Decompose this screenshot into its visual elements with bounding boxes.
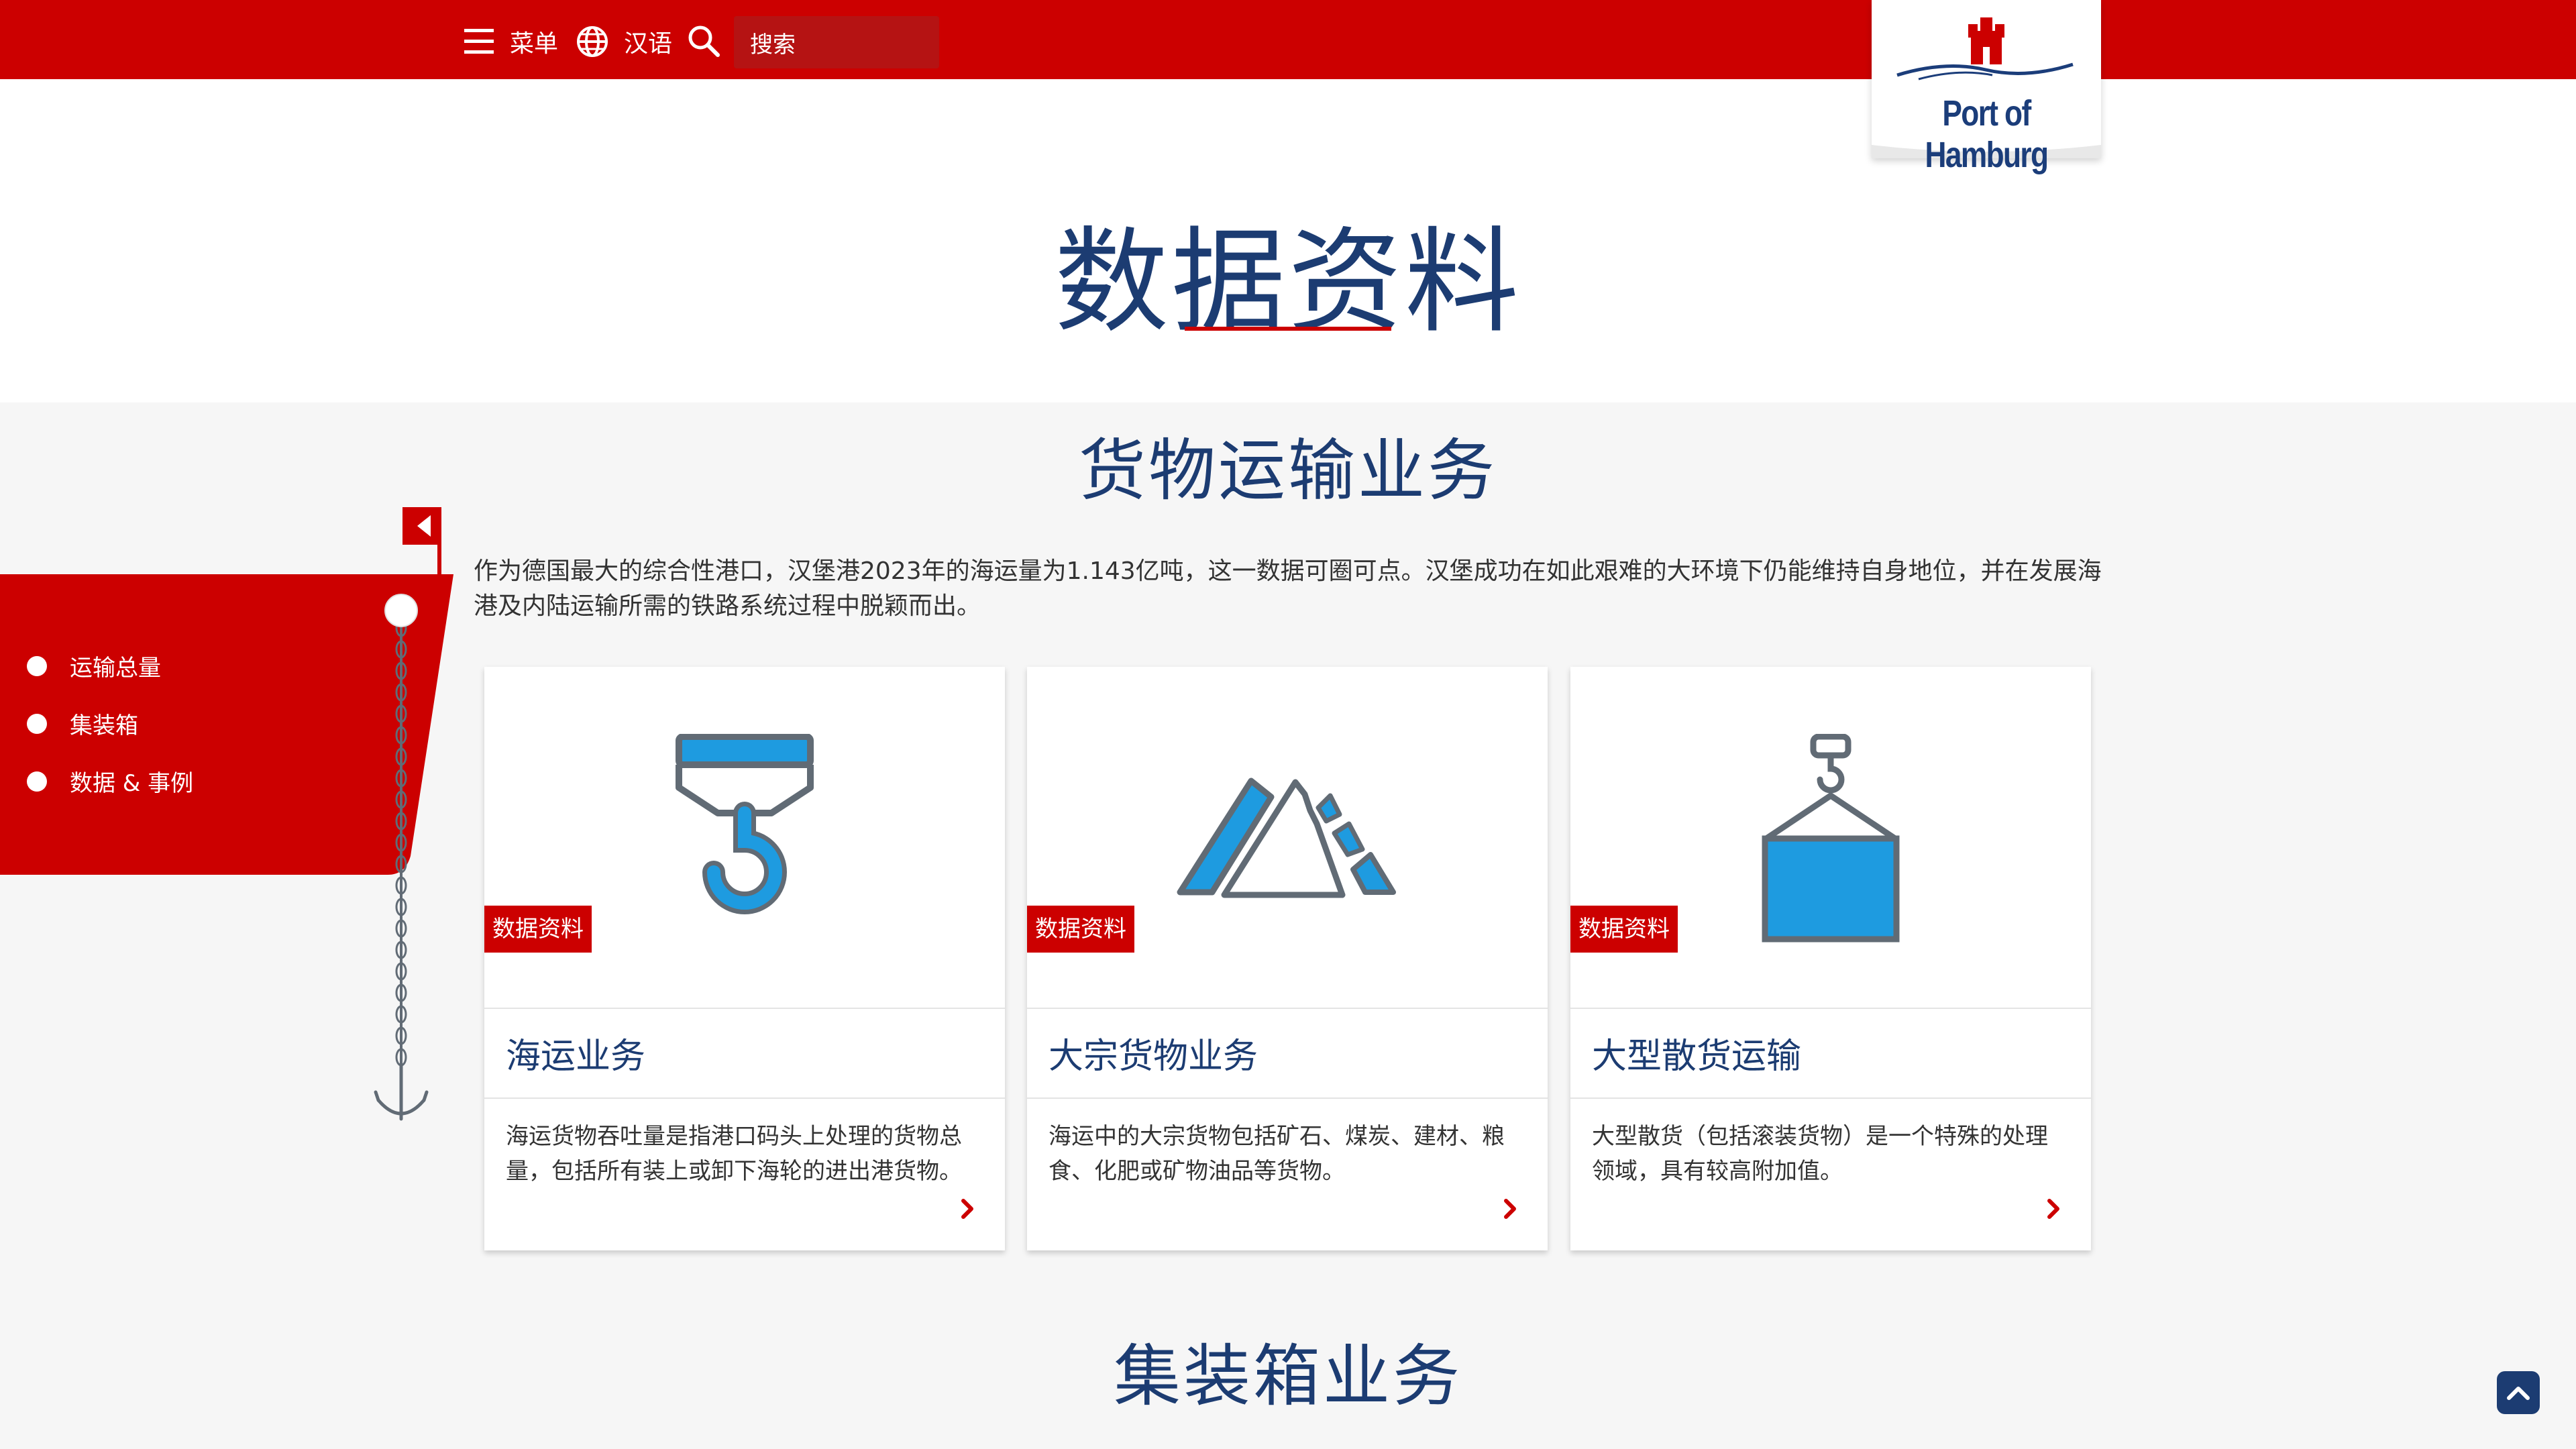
section-intro-text: 作为德国最大的综合性港口，汉堡港2023年的海运量为1.143亿吨，这一数据可圈… — [474, 557, 2102, 620]
bulk-pile-icon — [1177, 777, 1396, 898]
side-navigation-flag — [0, 507, 470, 1124]
category-badge: 数据资料 — [1027, 906, 1134, 953]
hanging-cargo-icon — [1762, 734, 1900, 943]
port-of-hamburg-logo[interactable]: Port of Hamburg — [1872, 0, 2101, 175]
menu-button[interactable]: 菜单 — [463, 24, 558, 59]
sidebar-item-label: 数据 & 事例 — [70, 770, 194, 797]
sidebar-item-label: 运输总量 — [70, 655, 161, 682]
bullet-dot — [27, 655, 47, 676]
sidebar-item-data-facts[interactable]: 数据 & 事例 — [27, 765, 193, 798]
chevron-right-icon[interactable] — [2041, 1197, 2065, 1221]
card-title: 大型散货运输 — [1592, 1036, 1802, 1077]
crane-hook-icon — [676, 734, 814, 914]
top-navigation-bar — [0, 0, 2576, 79]
menu-label: 菜单 — [510, 30, 559, 58]
sidebar-item-transport-volume[interactable]: 运输总量 — [27, 649, 161, 682]
language-label: 汉语 — [624, 30, 673, 58]
bullet-dot — [27, 713, 47, 734]
category-badge: 数据资料 — [1570, 906, 1678, 953]
section-title: 货物运输业务 — [1079, 431, 1497, 510]
card-description: 海运中的大宗货物包括矿石、煤炭、建材、粮食、化肥或矿物油品等货物。 — [1049, 1123, 1505, 1185]
category-badge: 数据资料 — [484, 906, 592, 953]
bullet-dot — [27, 771, 47, 792]
title-underline — [1185, 327, 1391, 331]
card-description: 大型散货（包括滚装货物）是一个特殊的处理领域，具有较高附加值。 — [1592, 1123, 2048, 1185]
chevron-up-icon — [2507, 1387, 2530, 1400]
search-button[interactable] — [687, 24, 720, 60]
card-title: 海运业务 — [506, 1036, 646, 1077]
card-image: 数据资料 — [1570, 667, 2091, 1009]
globe-icon — [577, 26, 608, 57]
card-bulk-cargo[interactable]: 数据资料 大宗货物业务 海运中的大宗货物包括矿石、煤炭、建材、粮食、化肥或矿物油… — [1027, 667, 1548, 1250]
logo-text: Port of Hamburg — [1925, 93, 2049, 175]
chevron-right-icon[interactable] — [1498, 1197, 1522, 1221]
container-section-title: 集装箱业务 — [1114, 1337, 1462, 1415]
ship-flag-graphic — [0, 507, 453, 1121]
card-title: 大宗货物业务 — [1049, 1036, 1258, 1077]
card-heavy-lift-cargo[interactable]: 数据资料 大型散货运输 大型散货（包括滚装货物）是一个特殊的处理领域，具有较高附… — [1570, 667, 2091, 1250]
language-selector[interactable]: 汉语 — [576, 24, 672, 59]
card-sea-transport[interactable]: 数据资料 海运业务 海运货物吞吐量是指港口码头上处理的货物总量，包括所有装上或卸… — [484, 667, 1005, 1250]
card-image: 数据资料 — [484, 667, 1005, 1009]
card-divider — [1027, 1097, 1548, 1099]
card-image: 数据资料 — [1027, 667, 1548, 1009]
card-description: 海运货物吞吐量是指港口码头上处理的货物总量，包括所有装上或卸下海轮的进出港货物。 — [506, 1123, 962, 1185]
card-divider — [1570, 1097, 2091, 1099]
sidebar-item-container[interactable]: 集装箱 — [27, 707, 138, 740]
back-to-top-button[interactable] — [2497, 1371, 2540, 1414]
card-divider — [484, 1097, 1005, 1099]
sidebar-item-label: 集装箱 — [70, 712, 138, 739]
hamburger-menu-icon — [464, 29, 494, 54]
search-placeholder: 搜索 — [750, 31, 796, 58]
search-input[interactable]: 搜索 — [734, 16, 939, 68]
search-icon — [688, 25, 720, 57]
chevron-right-icon[interactable] — [955, 1197, 979, 1221]
